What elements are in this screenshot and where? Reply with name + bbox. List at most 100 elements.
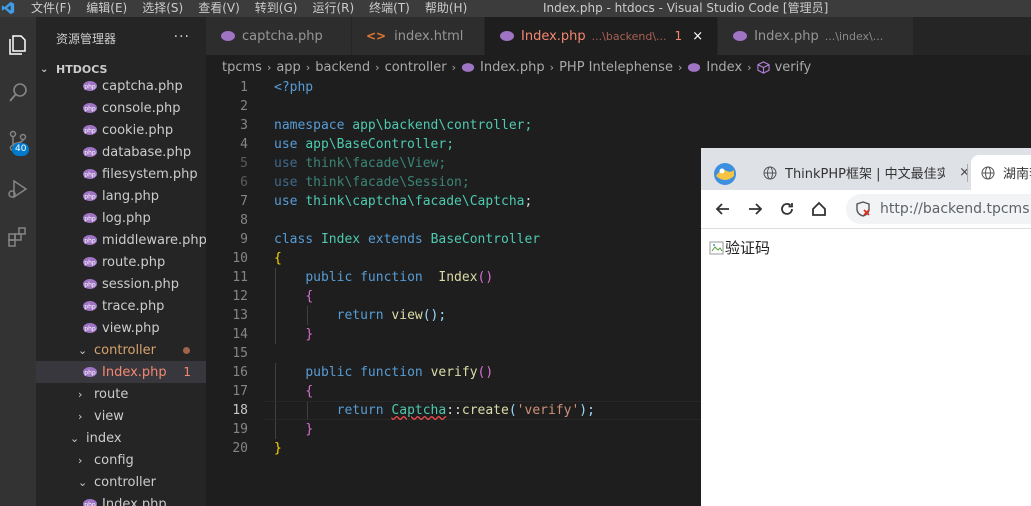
menu-terminal[interactable]: 终端(T) (369, 0, 410, 16)
file-item[interactable]: php database.php (36, 141, 206, 163)
php-file-icon (500, 31, 514, 41)
menu-edit[interactable]: 编辑(E) (86, 0, 127, 16)
svg-text:php: php (84, 260, 96, 267)
page-content: 验证码 (701, 229, 1031, 266)
tab-label: Index.php (754, 28, 819, 44)
globe-icon (763, 166, 777, 179)
url-text: http://backend.tpcms.c (880, 201, 1031, 217)
extensions-button[interactable] (0, 217, 36, 257)
breadcrumb-item[interactable]: backend (315, 60, 370, 75)
php-file-icon: php (83, 301, 97, 311)
file-item[interactable]: php lang.php (36, 185, 206, 207)
tab-label: index.html (394, 28, 464, 44)
chevron-right-icon: › (549, 60, 555, 74)
php-file-icon: php (83, 147, 97, 157)
file-item[interactable]: php route.php (36, 251, 206, 273)
modified-dot (183, 346, 190, 354)
file-item[interactable]: php cookie.php (36, 119, 206, 141)
file-item[interactable]: php middleware.php (36, 229, 206, 251)
browser-tab-thinkphp[interactable]: ThinkPHP框架 | 中文最佳实践 × (751, 155, 978, 190)
svg-text:php: php (84, 304, 96, 311)
menu-file[interactable]: 文件(F) (31, 0, 71, 16)
file-label: route.php (102, 254, 166, 270)
svg-text:php: php (84, 216, 96, 223)
file-item[interactable]: php session.php (36, 273, 206, 295)
folder-index[interactable]: ⌄ index (36, 427, 206, 449)
file-index-php[interactable]: php Index.php (36, 493, 206, 506)
broken-image-icon (709, 241, 724, 254)
folder-label: view (94, 408, 124, 424)
search-button[interactable] (0, 73, 36, 113)
svg-text:php: php (84, 128, 96, 135)
browser-toolbar: http://backend.tpcms.c (701, 190, 1031, 229)
browser-tab-active[interactable]: 湖南套 (971, 155, 1031, 190)
vscode-logo-icon (1, 1, 15, 15)
svg-text:php: php (84, 502, 96, 506)
extensions-icon (8, 227, 26, 247)
breadcrumb-item[interactable]: Index.php (480, 60, 545, 75)
file-index-php-active[interactable]: php Index.php 1 (36, 361, 206, 383)
svg-text:php: php (84, 326, 96, 333)
file-item[interactable]: php log.php (36, 207, 206, 229)
chevron-right-icon: › (78, 453, 83, 467)
chevron-right-icon: › (305, 60, 311, 74)
close-tab-button[interactable]: × (692, 29, 703, 44)
editor-tabs: captcha.php <> index.html Index.php ...\… (206, 17, 1031, 55)
chevron-right-icon: › (677, 60, 683, 74)
scm-badge: 40 (12, 143, 30, 156)
reload-button[interactable] (771, 193, 803, 225)
chevron-right-icon: › (78, 409, 83, 423)
file-item[interactable]: php trace.php (36, 295, 206, 317)
tab-index-php-index[interactable]: Index.php ...\index\... (718, 17, 915, 55)
back-button[interactable] (707, 193, 739, 225)
tab-index-html[interactable]: <> index.html (352, 17, 485, 55)
browser-tab-title: ThinkPHP框架 | 中文最佳实践 (785, 167, 945, 182)
file-label: view.php (102, 320, 160, 336)
not-secure-icon (856, 201, 870, 217)
home-icon (812, 201, 826, 216)
address-bar[interactable]: http://backend.tpcms.c (846, 194, 1031, 224)
chevron-right-icon: › (747, 60, 752, 74)
browser-logo-icon[interactable] (713, 162, 737, 186)
browser-tab-strip: ThinkPHP框架 | 中文最佳实践 × 湖南套 (701, 148, 1031, 190)
menu-go[interactable]: 转到(G) (255, 0, 298, 16)
more-actions-button[interactable]: ··· (174, 29, 190, 45)
menu-view[interactable]: 查看(V) (198, 0, 240, 16)
folder-config[interactable]: › config (36, 449, 206, 471)
file-label: filesystem.php (102, 166, 198, 182)
explorer-button[interactable] (0, 25, 36, 65)
file-item[interactable]: php captcha.php (36, 76, 206, 97)
breadcrumb-item[interactable]: PHP Intelephense (559, 60, 673, 75)
folder-index-controller[interactable]: ⌄ controller (36, 471, 206, 493)
file-label: captcha.php (102, 78, 183, 94)
file-label: console.php (102, 100, 181, 116)
folder-view[interactable]: › view (36, 405, 206, 427)
folder-route[interactable]: › route (36, 383, 206, 405)
breadcrumb-item[interactable]: tpcms (222, 60, 262, 75)
menu-help[interactable]: 帮助(H) (425, 0, 467, 16)
file-item[interactable]: php filesystem.php (36, 163, 206, 185)
php-file-icon: php (83, 279, 97, 289)
forward-button[interactable] (739, 193, 771, 225)
tab-index-php-backend[interactable]: Index.php ...\backend\... 1 × (485, 17, 719, 55)
browser-window: ThinkPHP框架 | 中文最佳实践 × 湖南套 http://backend… (701, 148, 1031, 506)
menu-selection[interactable]: 选择(S) (142, 0, 183, 16)
menu-run[interactable]: 运行(R) (312, 0, 354, 16)
breadcrumb-item[interactable]: app (276, 60, 300, 75)
close-tab-button[interactable]: × (959, 165, 970, 180)
php-file-icon (221, 31, 235, 41)
tab-captcha-php[interactable]: captcha.php (206, 17, 352, 55)
tab-problem-count: 1 (674, 29, 683, 43)
chevron-down-icon: ⌄ (78, 343, 88, 357)
breadcrumb-item[interactable]: controller (385, 60, 447, 75)
run-debug-button[interactable] (0, 169, 36, 209)
breadcrumb: tpcms › app › backend › controller › Ind… (206, 55, 1031, 79)
file-item[interactable]: php view.php (36, 317, 206, 339)
file-label: trace.php (102, 298, 165, 314)
breadcrumb-item[interactable]: Index (706, 60, 742, 75)
folder-controller[interactable]: ⌄ controller (36, 339, 206, 361)
file-item[interactable]: php console.php (36, 97, 206, 119)
home-button[interactable] (803, 193, 835, 225)
tab-label: captcha.php (242, 28, 323, 44)
breadcrumb-item[interactable]: verify (775, 60, 812, 75)
